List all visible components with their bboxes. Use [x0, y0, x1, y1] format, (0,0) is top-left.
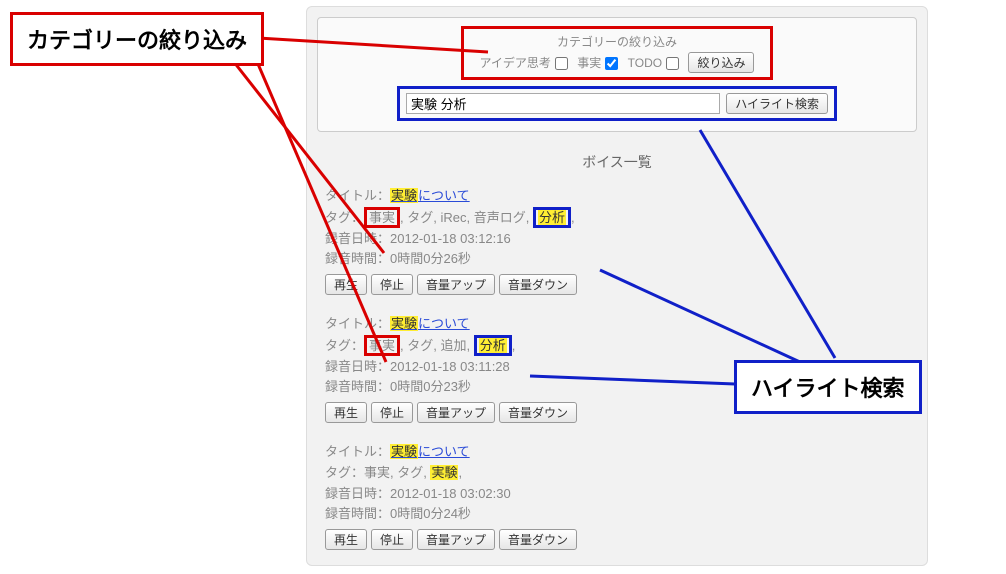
- tag-text: 事実, タグ,: [364, 465, 430, 480]
- main-panel: カテゴリーの絞り込み アイデア思考 事実 TODO 絞り込み ハイライト検索 ボ…: [306, 6, 928, 566]
- play-button[interactable]: 再生: [325, 529, 367, 550]
- tag-text: ,: [571, 210, 575, 225]
- tag-text: ,: [512, 338, 516, 353]
- play-button[interactable]: 再生: [325, 402, 367, 423]
- stop-button[interactable]: 停止: [371, 529, 413, 550]
- rectime-value: 0時間0分24秒: [390, 506, 471, 521]
- tag-fact-box: 事実: [364, 207, 400, 229]
- volup-button[interactable]: 音量アップ: [417, 274, 495, 295]
- stop-button[interactable]: 停止: [371, 274, 413, 295]
- tag-label: タグ：: [325, 338, 364, 353]
- voice-item: タイトル：実験についてタグ：事実, タグ, 実験,録音日時：2012-01-18…: [325, 442, 909, 551]
- title-label: タイトル：: [325, 188, 390, 203]
- rectime-label: 録音時間：: [325, 506, 390, 521]
- voice-rectime-line: 録音時間：0時間0分26秒: [325, 249, 909, 270]
- title-label: タイトル：: [325, 444, 390, 459]
- recdate-value: 2012-01-18 03:11:28: [390, 359, 510, 374]
- voice-button-row: 再生停止音量アップ音量ダウン: [325, 529, 909, 551]
- filter-container: カテゴリーの絞り込み アイデア思考 事実 TODO 絞り込み ハイライト検索: [317, 17, 917, 132]
- tag-label: タグ：: [325, 210, 364, 225]
- tag-text: ,: [458, 465, 462, 480]
- tag-text: , タグ, 追加,: [400, 338, 474, 353]
- category-todo-checkbox[interactable]: [666, 57, 679, 70]
- title-highlight: 実験: [390, 316, 418, 331]
- tag-analysis-box: 分析: [533, 207, 571, 229]
- rectime-value: 0時間0分26秒: [390, 251, 471, 266]
- voice-title-link[interactable]: 実験について: [390, 188, 470, 203]
- highlight-search-input[interactable]: [406, 93, 720, 114]
- highlight-search-button[interactable]: ハイライト検索: [726, 93, 828, 114]
- volup-button[interactable]: 音量アップ: [417, 529, 495, 550]
- recdate-value: 2012-01-18 03:12:16: [390, 231, 511, 246]
- rectime-value: 0時間0分23秒: [390, 379, 471, 394]
- annotation-highlight-search: ハイライト検索: [734, 360, 922, 414]
- voice-title-link[interactable]: 実験について: [390, 316, 470, 331]
- recdate-label: 録音日時：: [325, 231, 390, 246]
- tag-text: , タグ, iRec, 音声ログ,: [400, 210, 533, 225]
- voldown-button[interactable]: 音量ダウン: [499, 274, 577, 295]
- voice-recdate-line: 録音日時：2012-01-18 03:12:16: [325, 229, 909, 250]
- voice-tag-line: タグ：事実, タグ, 追加, 分析,: [325, 335, 909, 357]
- recdate-label: 録音日時：: [325, 359, 390, 374]
- category-fact-checkbox[interactable]: [605, 57, 618, 70]
- category-filter-block: カテゴリーの絞り込み アイデア思考 事実 TODO 絞り込み: [461, 26, 773, 80]
- voice-title-line: タイトル：実験について: [325, 314, 909, 335]
- title-label: タイトル：: [325, 316, 390, 331]
- category-filter-title: カテゴリーの絞り込み: [470, 33, 764, 50]
- voice-title-link[interactable]: 実験について: [390, 444, 470, 459]
- title-highlight: 実験: [390, 444, 418, 459]
- rectime-label: 録音時間：: [325, 379, 390, 394]
- category-fact-label: 事実: [577, 56, 601, 70]
- recdate-label: 録音日時：: [325, 486, 390, 501]
- recdate-value: 2012-01-18 03:02:30: [390, 486, 511, 501]
- voice-button-row: 再生停止音量アップ音量ダウン: [325, 274, 909, 296]
- category-idea-checkbox[interactable]: [555, 57, 568, 70]
- tag-text: 分析: [538, 210, 566, 225]
- tag-analysis-box: 分析: [474, 335, 512, 357]
- voice-tag-line: タグ：事実, タグ, iRec, 音声ログ, 分析,: [325, 207, 909, 229]
- tag-highlight: 実験: [430, 465, 458, 480]
- category-idea-label: アイデア思考: [480, 56, 551, 70]
- voice-title-line: タイトル：実験について: [325, 186, 909, 207]
- tag-label: タグ：: [325, 465, 364, 480]
- tag-fact-box: 事実: [364, 335, 400, 357]
- title-highlight: 実験: [390, 188, 418, 203]
- voldown-button[interactable]: 音量ダウン: [499, 529, 577, 550]
- volup-button[interactable]: 音量アップ: [417, 402, 495, 423]
- tag-text: 分析: [479, 338, 507, 353]
- voice-rectime-line: 録音時間：0時間0分24秒: [325, 504, 909, 525]
- play-button[interactable]: 再生: [325, 274, 367, 295]
- voice-recdate-line: 録音日時：2012-01-18 03:02:30: [325, 484, 909, 505]
- rectime-label: 録音時間：: [325, 251, 390, 266]
- voice-title-line: タイトル：実験について: [325, 442, 909, 463]
- voice-tag-line: タグ：事実, タグ, 実験,: [325, 463, 909, 484]
- annotation-category-filter: カテゴリーの絞り込み: [10, 12, 264, 66]
- voldown-button[interactable]: 音量ダウン: [499, 402, 577, 423]
- filter-button[interactable]: 絞り込み: [688, 52, 754, 73]
- voice-list-header: ボイス一覧: [317, 152, 917, 172]
- category-filter-row: アイデア思考 事実 TODO 絞り込み: [470, 52, 764, 73]
- voice-item: タイトル：実験についてタグ：事実, タグ, iRec, 音声ログ, 分析,録音日…: [325, 186, 909, 296]
- category-todo-label: TODO: [628, 56, 662, 70]
- stop-button[interactable]: 停止: [371, 402, 413, 423]
- highlight-search-block: ハイライト検索: [397, 86, 837, 121]
